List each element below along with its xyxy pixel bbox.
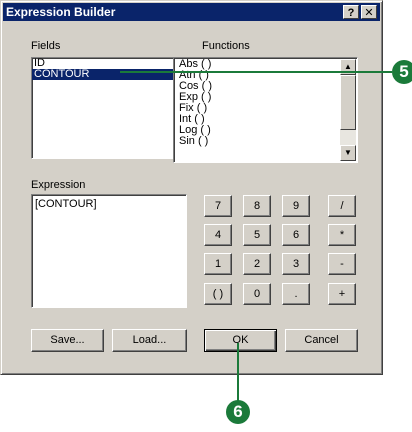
callout-step-6: 6 bbox=[226, 400, 250, 424]
callout-lines bbox=[120, 71, 392, 402]
callout-step-5: 5 bbox=[392, 60, 412, 84]
